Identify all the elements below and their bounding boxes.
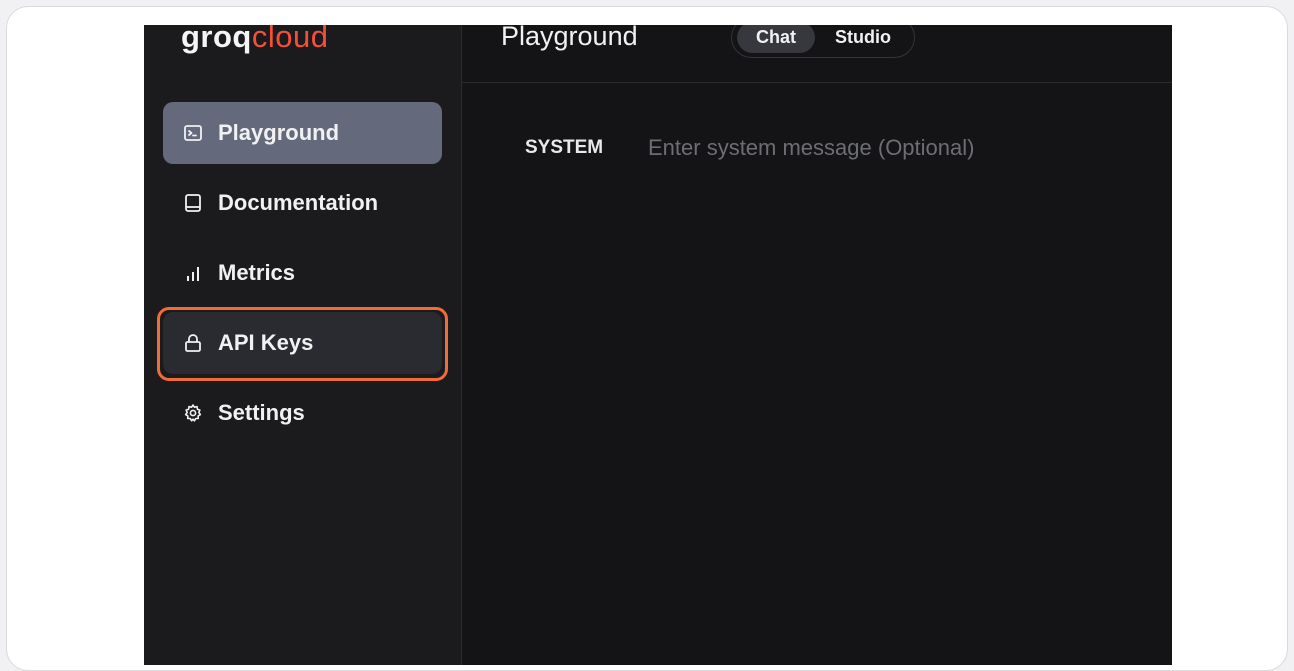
topbar: Playground Chat Studio: [462, 25, 1172, 83]
screenshot-frame: groqcloud Playground Documentation Metri…: [6, 6, 1288, 671]
system-label: SYSTEM: [525, 137, 604, 158]
groqcloud-app: groqcloud Playground Documentation Metri…: [144, 25, 1172, 665]
sidebar-item-settings[interactable]: Settings: [163, 382, 442, 444]
gear-icon: [183, 403, 203, 423]
lock-icon: [183, 333, 203, 353]
sidebar-item-label: Playground: [218, 120, 340, 145]
mode-switch: Chat Studio: [731, 25, 915, 58]
terminal-icon: [183, 123, 203, 143]
logo-cloud-text: cloud: [251, 25, 329, 54]
tab-chat[interactable]: Chat: [737, 25, 815, 53]
system-message-row: SYSTEM: [525, 133, 1148, 163]
page-title: Playground: [501, 25, 638, 51]
sidebar-item-label: API Keys: [218, 330, 314, 355]
logo-groq-text: groq: [181, 25, 252, 54]
sidebar-item-documentation[interactable]: Documentation: [163, 172, 442, 234]
book-icon: [183, 193, 203, 213]
sidebar-item-playground[interactable]: Playground: [163, 102, 442, 164]
sidebar-item-label: Metrics: [218, 260, 296, 285]
sidebar-item-label: Documentation: [218, 190, 379, 215]
sidebar-item-api-keys[interactable]: API Keys: [163, 312, 442, 374]
system-message-input[interactable]: [648, 133, 1148, 163]
main-panel: Playground Chat Studio SYSTEM: [462, 25, 1172, 665]
groqcloud-logo[interactable]: groqcloud: [181, 25, 328, 57]
sidebar-item-metrics[interactable]: Metrics: [163, 242, 442, 304]
sidebar-item-label: Settings: [218, 400, 305, 425]
sidebar: groqcloud Playground Documentation Metri…: [144, 25, 462, 665]
bar-chart-icon: [183, 263, 203, 283]
tab-studio[interactable]: Studio: [821, 25, 905, 53]
